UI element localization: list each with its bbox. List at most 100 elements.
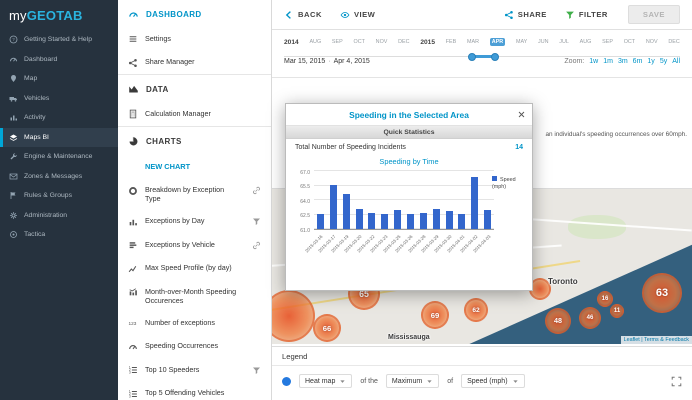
sidebar-item-engine-maintenance[interactable]: Engine & Maintenance [0,147,118,167]
zoom-option-1y[interactable]: 1y [647,58,654,65]
hbars-icon [128,240,138,250]
chart-bar[interactable] [355,208,363,229]
chart-bar[interactable] [419,212,427,229]
timeline-tick-feb[interactable]: FEB [446,39,456,45]
timeline-tick-nov[interactable]: NOV [376,39,388,45]
sidebar-item-activity[interactable]: Activity [0,108,118,128]
zoom-option-5y[interactable]: 5y [660,58,667,65]
map-cluster-marker[interactable]: 69 [421,301,449,329]
date-row: Mar 15, 2015 · Apr 4, 2015 Zoom: 1w 1m 3m 6m 1… [284,58,680,65]
panel-item-top-5-offending-vehicles[interactable]: 1 2 3 Top 5 Offending Vehicles [118,382,271,400]
zoom-option-1w[interactable]: 1w [589,58,598,65]
sidebar-item-map[interactable]: Map [0,69,118,89]
link-icon[interactable] [252,186,261,195]
sidebar-item-vehicles[interactable]: Vehicles [0,89,118,109]
zoom-option-all[interactable]: All [672,58,680,65]
chart-bar[interactable] [368,212,376,229]
map-cluster-marker[interactable]: 48 [545,308,571,334]
panel-item-speeding-occurrences[interactable]: Speeding Occurrences [118,335,271,359]
map-attribution[interactable]: Leaflet | Terms & Feedback [620,336,692,344]
chart-title-link[interactable]: Speeding by Time [286,157,532,166]
zoom-option-3m[interactable]: 3m [618,58,628,65]
aggregation-dropdown[interactable]: Maximum [385,374,440,388]
filter-button[interactable]: FILTER [565,10,608,20]
sidebar-item-label: Engine & Maintenance [24,153,93,161]
heatmap-type-dropdown[interactable]: Heat map [299,374,353,388]
sidebar-item-dashboard[interactable]: Dashboard [0,50,118,70]
view-button[interactable]: VIEW [340,10,375,20]
chart-bar[interactable] [471,176,479,229]
chart-bar[interactable] [329,184,337,229]
sidebar-item-maps-bi[interactable]: Maps BI [0,127,118,147]
timeline-tick-2014[interactable]: 2014 [284,39,299,46]
panel-item-calculation-manager[interactable]: Calculation Manager [118,102,271,126]
slider-handle-end[interactable] [490,52,499,61]
sidebar-item-label: Tactica [24,231,46,239]
save-button[interactable]: SAVE [627,5,680,24]
chart-bar[interactable] [381,213,389,229]
chart-bar[interactable] [394,209,402,229]
map-cluster-marker[interactable]: 46 [579,307,601,329]
zoom-option-6m[interactable]: 6m [633,58,643,65]
panel-item-share-manager[interactable]: Share Manager [118,51,271,75]
slider-handle-start[interactable] [467,52,476,61]
timeline-tick-apr[interactable]: APR [489,38,506,46]
zoom-controls: Zoom: 1w 1m 3m 6m 1y 5y All [564,58,680,65]
sidebar-item-administration[interactable]: Administration [0,206,118,226]
timeline-tick-dec[interactable]: DEC [398,39,409,45]
panel-item-max-speed-profile-by-day[interactable]: Max Speed Profile (by day) [118,257,271,281]
timeline-tick-sep[interactable]: SEP [332,39,343,45]
timeline-tick-2015[interactable]: 2015 [420,39,435,46]
close-icon[interactable] [517,110,526,119]
map-cluster-marker[interactable]: 11 [610,304,624,318]
timeline-tick-oct[interactable]: OCT [354,39,365,45]
panel-item-exceptions-by-day[interactable]: Exceptions by Day [118,210,271,234]
timeline-tick-sep[interactable]: SEP [602,39,613,45]
panel-item-month-over-month-speeding-occurences[interactable]: Month-over-Month Speeding Occurences [118,280,271,311]
sidebar-item-getting-started-help[interactable]: ? Getting Started & Help [0,30,118,50]
link-icon[interactable] [252,241,261,250]
timeline-tick-nov[interactable]: NOV [646,39,658,45]
timeline-tick-mar[interactable]: MAR [467,39,479,45]
mygeotab-logo[interactable]: myGEOTAB [0,0,118,30]
sidebar: myGEOTAB ? Getting Started & Help Dashboar… [0,0,118,400]
chart-y-tick-label: 67.0 [300,169,310,176]
panel-item-top-10-speeders[interactable]: 1 2 3 Top 10 Speeders [118,358,271,382]
new-chart-button[interactable]: NEW CHART [118,154,271,179]
chart-bar[interactable] [432,208,440,229]
panel-item-settings[interactable]: Settings [118,27,271,51]
panel-item-exceptions-by-vehicle[interactable]: Exceptions by Vehicle [118,233,271,257]
map-cluster-marker[interactable]: 16 [597,291,613,307]
chart-bar[interactable] [445,210,453,229]
back-button[interactable]: BACK [284,10,322,20]
sidebar-item-rules-groups[interactable]: Rules & Groups [0,186,118,206]
map-cluster-marker[interactable]: 63 [642,273,682,313]
map-cluster-marker[interactable] [272,290,315,342]
zoom-option-1m[interactable]: 1m [603,58,613,65]
funnel-icon[interactable] [252,217,261,226]
sidebar-item-tactica[interactable]: Tactica [0,225,118,245]
map-cluster-marker[interactable]: 62 [464,298,488,322]
sidebar-item-zones-messages[interactable]: Zones & Messages [0,167,118,187]
chart-bar[interactable] [316,213,324,229]
timeline-tick-aug[interactable]: AUG [309,39,321,45]
metric-dropdown[interactable]: Speed (mph) [461,374,525,388]
chart-bar[interactable] [458,213,466,229]
timeline-tick-jun[interactable]: JUN [538,39,548,45]
timeline-tick-jul[interactable]: JUL [559,39,569,45]
panel-item-breakdown-by-exception-type[interactable]: Breakdown by Exception Type [118,179,271,210]
chart-y-tick-label: 64.0 [300,198,310,205]
chart-bar[interactable] [406,213,414,229]
timeline-tick-dec[interactable]: DEC [668,39,679,45]
chart-bar[interactable] [484,209,492,229]
timeline-tick-may[interactable]: MAY [516,39,527,45]
timeline-tick-oct[interactable]: OCT [624,39,635,45]
timeline-tick-aug[interactable]: AUG [580,39,592,45]
map-cluster-marker[interactable]: 66 [313,314,341,342]
funnel-icon[interactable] [252,366,261,375]
share-button[interactable]: SHARE [504,10,547,20]
chart-bar[interactable] [342,194,350,229]
expand-icon[interactable] [671,376,682,387]
panel-item-number-of-exceptions[interactable]: 123 Number of exceptions [118,311,271,335]
stat-value[interactable]: 14 [515,144,523,151]
